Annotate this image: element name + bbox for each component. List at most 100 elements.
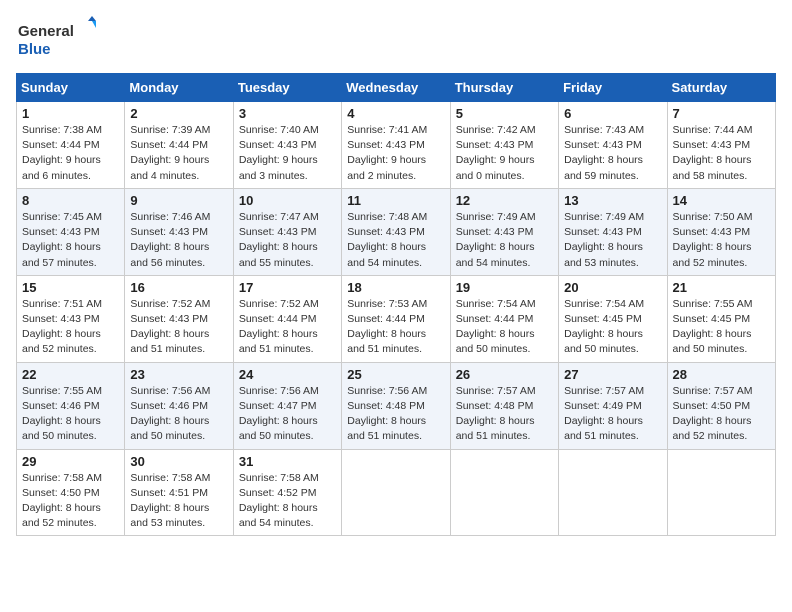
day-number: 25 bbox=[347, 367, 444, 382]
day-number: 19 bbox=[456, 280, 553, 295]
day-number: 12 bbox=[456, 193, 553, 208]
day-info: Sunrise: 7:58 AM Sunset: 4:52 PM Dayligh… bbox=[239, 471, 336, 532]
weekday-header-monday: Monday bbox=[125, 74, 233, 102]
calendar-day-cell: 10 Sunrise: 7:47 AM Sunset: 4:43 PM Dayl… bbox=[233, 188, 341, 275]
day-info: Sunrise: 7:57 AM Sunset: 4:49 PM Dayligh… bbox=[564, 384, 661, 445]
day-number: 20 bbox=[564, 280, 661, 295]
day-number: 28 bbox=[673, 367, 770, 382]
day-number: 5 bbox=[456, 106, 553, 121]
calendar-day-cell: 15 Sunrise: 7:51 AM Sunset: 4:43 PM Dayl… bbox=[17, 275, 125, 362]
day-number: 14 bbox=[673, 193, 770, 208]
calendar-week-row: 15 Sunrise: 7:51 AM Sunset: 4:43 PM Dayl… bbox=[17, 275, 776, 362]
calendar-day-cell: 20 Sunrise: 7:54 AM Sunset: 4:45 PM Dayl… bbox=[559, 275, 667, 362]
day-number: 31 bbox=[239, 454, 336, 469]
day-info: Sunrise: 7:56 AM Sunset: 4:48 PM Dayligh… bbox=[347, 384, 444, 445]
day-info: Sunrise: 7:39 AM Sunset: 4:44 PM Dayligh… bbox=[130, 123, 227, 184]
svg-text:Blue: Blue bbox=[18, 41, 51, 58]
day-info: Sunrise: 7:47 AM Sunset: 4:43 PM Dayligh… bbox=[239, 210, 336, 271]
calendar-day-cell: 19 Sunrise: 7:54 AM Sunset: 4:44 PM Dayl… bbox=[450, 275, 558, 362]
calendar-day-cell: 7 Sunrise: 7:44 AM Sunset: 4:43 PM Dayli… bbox=[667, 102, 775, 189]
calendar-day-cell: 11 Sunrise: 7:48 AM Sunset: 4:43 PM Dayl… bbox=[342, 188, 450, 275]
day-number: 27 bbox=[564, 367, 661, 382]
day-number: 29 bbox=[22, 454, 119, 469]
day-number: 17 bbox=[239, 280, 336, 295]
day-info: Sunrise: 7:49 AM Sunset: 4:43 PM Dayligh… bbox=[564, 210, 661, 271]
svg-text:General: General bbox=[18, 23, 74, 40]
calendar-day-cell: 5 Sunrise: 7:42 AM Sunset: 4:43 PM Dayli… bbox=[450, 102, 558, 189]
calendar-day-cell: 4 Sunrise: 7:41 AM Sunset: 4:43 PM Dayli… bbox=[342, 102, 450, 189]
day-info: Sunrise: 7:45 AM Sunset: 4:43 PM Dayligh… bbox=[22, 210, 119, 271]
day-info: Sunrise: 7:50 AM Sunset: 4:43 PM Dayligh… bbox=[673, 210, 770, 271]
day-info: Sunrise: 7:58 AM Sunset: 4:51 PM Dayligh… bbox=[130, 471, 227, 532]
calendar-day-cell: 2 Sunrise: 7:39 AM Sunset: 4:44 PM Dayli… bbox=[125, 102, 233, 189]
day-info: Sunrise: 7:48 AM Sunset: 4:43 PM Dayligh… bbox=[347, 210, 444, 271]
page-header: General Blue bbox=[16, 16, 776, 61]
weekday-header-saturday: Saturday bbox=[667, 74, 775, 102]
calendar-day-cell: 17 Sunrise: 7:52 AM Sunset: 4:44 PM Dayl… bbox=[233, 275, 341, 362]
calendar-day-cell: 18 Sunrise: 7:53 AM Sunset: 4:44 PM Dayl… bbox=[342, 275, 450, 362]
calendar-day-cell bbox=[342, 449, 450, 536]
day-info: Sunrise: 7:58 AM Sunset: 4:50 PM Dayligh… bbox=[22, 471, 119, 532]
day-number: 6 bbox=[564, 106, 661, 121]
calendar-week-row: 22 Sunrise: 7:55 AM Sunset: 4:46 PM Dayl… bbox=[17, 362, 776, 449]
calendar-week-row: 1 Sunrise: 7:38 AM Sunset: 4:44 PM Dayli… bbox=[17, 102, 776, 189]
day-info: Sunrise: 7:49 AM Sunset: 4:43 PM Dayligh… bbox=[456, 210, 553, 271]
calendar-week-row: 29 Sunrise: 7:58 AM Sunset: 4:50 PM Dayl… bbox=[17, 449, 776, 536]
calendar-day-cell: 28 Sunrise: 7:57 AM Sunset: 4:50 PM Dayl… bbox=[667, 362, 775, 449]
day-number: 10 bbox=[239, 193, 336, 208]
day-info: Sunrise: 7:57 AM Sunset: 4:50 PM Dayligh… bbox=[673, 384, 770, 445]
calendar-day-cell: 27 Sunrise: 7:57 AM Sunset: 4:49 PM Dayl… bbox=[559, 362, 667, 449]
calendar-day-cell: 13 Sunrise: 7:49 AM Sunset: 4:43 PM Dayl… bbox=[559, 188, 667, 275]
calendar-day-cell: 6 Sunrise: 7:43 AM Sunset: 4:43 PM Dayli… bbox=[559, 102, 667, 189]
day-info: Sunrise: 7:55 AM Sunset: 4:46 PM Dayligh… bbox=[22, 384, 119, 445]
day-number: 23 bbox=[130, 367, 227, 382]
calendar-day-cell: 9 Sunrise: 7:46 AM Sunset: 4:43 PM Dayli… bbox=[125, 188, 233, 275]
calendar-day-cell: 14 Sunrise: 7:50 AM Sunset: 4:43 PM Dayl… bbox=[667, 188, 775, 275]
logo: General Blue bbox=[16, 16, 96, 61]
calendar-day-cell: 23 Sunrise: 7:56 AM Sunset: 4:46 PM Dayl… bbox=[125, 362, 233, 449]
day-info: Sunrise: 7:52 AM Sunset: 4:43 PM Dayligh… bbox=[130, 297, 227, 358]
day-number: 11 bbox=[347, 193, 444, 208]
day-number: 26 bbox=[456, 367, 553, 382]
day-number: 7 bbox=[673, 106, 770, 121]
calendar-day-cell: 24 Sunrise: 7:56 AM Sunset: 4:47 PM Dayl… bbox=[233, 362, 341, 449]
day-number: 16 bbox=[130, 280, 227, 295]
day-info: Sunrise: 7:42 AM Sunset: 4:43 PM Dayligh… bbox=[456, 123, 553, 184]
day-number: 3 bbox=[239, 106, 336, 121]
day-info: Sunrise: 7:52 AM Sunset: 4:44 PM Dayligh… bbox=[239, 297, 336, 358]
day-info: Sunrise: 7:40 AM Sunset: 4:43 PM Dayligh… bbox=[239, 123, 336, 184]
day-number: 18 bbox=[347, 280, 444, 295]
calendar-week-row: 8 Sunrise: 7:45 AM Sunset: 4:43 PM Dayli… bbox=[17, 188, 776, 275]
weekday-header-wednesday: Wednesday bbox=[342, 74, 450, 102]
calendar-day-cell: 26 Sunrise: 7:57 AM Sunset: 4:48 PM Dayl… bbox=[450, 362, 558, 449]
day-info: Sunrise: 7:44 AM Sunset: 4:43 PM Dayligh… bbox=[673, 123, 770, 184]
day-number: 2 bbox=[130, 106, 227, 121]
calendar-table: SundayMondayTuesdayWednesdayThursdayFrid… bbox=[16, 73, 776, 536]
logo-svg: General Blue bbox=[16, 16, 96, 61]
weekday-header-friday: Friday bbox=[559, 74, 667, 102]
day-info: Sunrise: 7:38 AM Sunset: 4:44 PM Dayligh… bbox=[22, 123, 119, 184]
calendar-day-cell: 31 Sunrise: 7:58 AM Sunset: 4:52 PM Dayl… bbox=[233, 449, 341, 536]
weekday-header-thursday: Thursday bbox=[450, 74, 558, 102]
day-info: Sunrise: 7:56 AM Sunset: 4:47 PM Dayligh… bbox=[239, 384, 336, 445]
calendar-day-cell: 30 Sunrise: 7:58 AM Sunset: 4:51 PM Dayl… bbox=[125, 449, 233, 536]
day-info: Sunrise: 7:43 AM Sunset: 4:43 PM Dayligh… bbox=[564, 123, 661, 184]
day-number: 13 bbox=[564, 193, 661, 208]
day-number: 8 bbox=[22, 193, 119, 208]
day-number: 1 bbox=[22, 106, 119, 121]
day-info: Sunrise: 7:54 AM Sunset: 4:45 PM Dayligh… bbox=[564, 297, 661, 358]
day-number: 15 bbox=[22, 280, 119, 295]
calendar-day-cell: 21 Sunrise: 7:55 AM Sunset: 4:45 PM Dayl… bbox=[667, 275, 775, 362]
calendar-day-cell: 16 Sunrise: 7:52 AM Sunset: 4:43 PM Dayl… bbox=[125, 275, 233, 362]
day-info: Sunrise: 7:57 AM Sunset: 4:48 PM Dayligh… bbox=[456, 384, 553, 445]
day-number: 4 bbox=[347, 106, 444, 121]
weekday-header-row: SundayMondayTuesdayWednesdayThursdayFrid… bbox=[17, 74, 776, 102]
day-info: Sunrise: 7:54 AM Sunset: 4:44 PM Dayligh… bbox=[456, 297, 553, 358]
calendar-day-cell: 25 Sunrise: 7:56 AM Sunset: 4:48 PM Dayl… bbox=[342, 362, 450, 449]
calendar-day-cell: 8 Sunrise: 7:45 AM Sunset: 4:43 PM Dayli… bbox=[17, 188, 125, 275]
calendar-day-cell bbox=[450, 449, 558, 536]
day-info: Sunrise: 7:46 AM Sunset: 4:43 PM Dayligh… bbox=[130, 210, 227, 271]
day-number: 9 bbox=[130, 193, 227, 208]
day-number: 24 bbox=[239, 367, 336, 382]
calendar-day-cell: 1 Sunrise: 7:38 AM Sunset: 4:44 PM Dayli… bbox=[17, 102, 125, 189]
